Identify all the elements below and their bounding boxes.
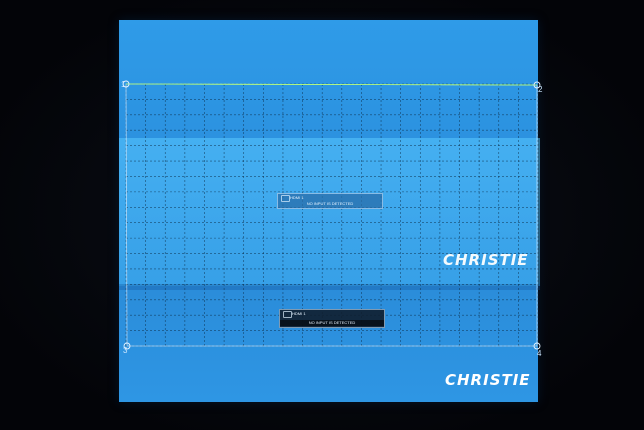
projection-scene: HDMI 1 NO INPUT IS DETECTED HDMI 1 NO IN…: [0, 0, 644, 430]
corner-label-4: 4: [537, 349, 542, 358]
corner-label-3: 3: [123, 346, 128, 355]
warp-grid-overlay: [122, 80, 541, 350]
osd-upper-source: HDMI 1: [290, 195, 304, 200]
osd-lower-message: NO INPUT IS DETECTED: [280, 320, 384, 326]
warp-grid-lines: [125, 83, 539, 347]
osd-upper-projector: HDMI 1 NO INPUT IS DETECTED: [277, 193, 383, 209]
warp-outline: [125, 83, 538, 347]
osd-upper-message: NO INPUT IS DETECTED: [306, 201, 354, 206]
warp-corner-frame: [125, 83, 538, 347]
osd-lower-source: HDMI 1: [292, 311, 306, 316]
christie-logo-upper: CHRISTIE: [443, 251, 529, 269]
corner-label-1: 1: [121, 80, 126, 89]
christie-logo-lower: CHRISTIE: [445, 371, 531, 389]
hdmi-input-icon: [283, 311, 292, 318]
osd-lower-projector: HDMI 1 NO INPUT IS DETECTED: [279, 309, 385, 328]
corner-label-2: 2: [538, 85, 543, 94]
